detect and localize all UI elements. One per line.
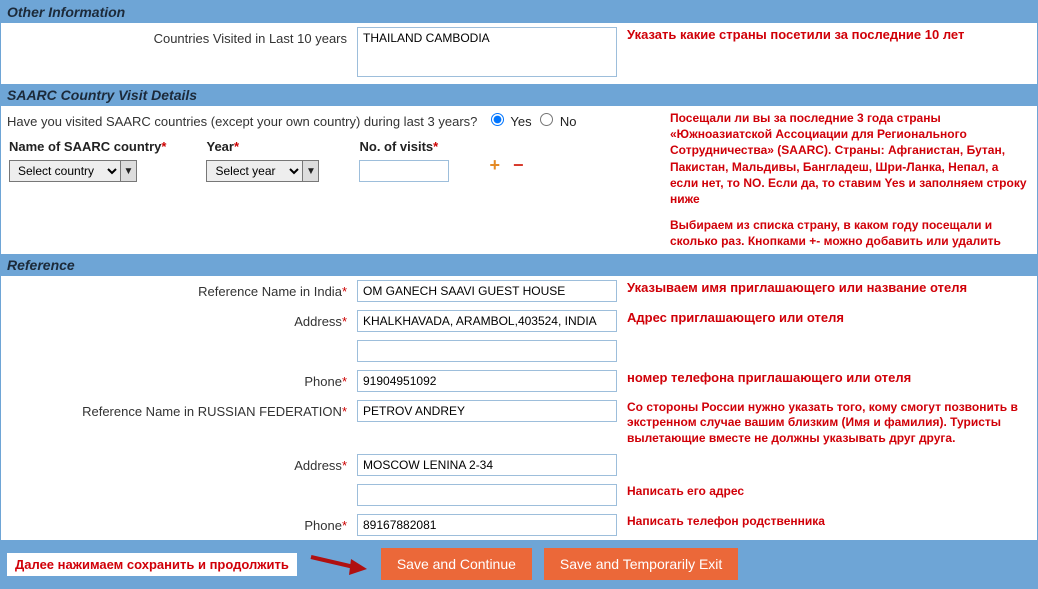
save-exit-button[interactable]: Save and Temporarily Exit [544,548,738,580]
section-other-header: Other Information [1,1,1037,23]
saarc-no-label: No [560,114,577,129]
saarc-yes-label: Yes [510,114,531,129]
ref-addr-india-input-2[interactable] [357,340,617,362]
ref-phone-ru-note: Написать телефон родственника [617,514,1031,528]
ref-addr-india-input[interactable] [357,310,617,332]
saarc-yes-radio[interactable] [491,113,504,126]
saarc-note-1: Посещали ли вы за последние 3 года стран… [670,110,1029,207]
ref-addr-ru-input-2[interactable] [357,484,617,506]
saarc-visits-label: No. of visits* [359,139,449,154]
ref-name-india-label: Reference Name in India* [7,280,357,299]
section-reference-header: Reference [1,254,1037,276]
ref-phone-ru-input[interactable] [357,514,617,536]
arrow-icon [309,549,369,579]
ref-addr-ru-label: Address* [7,454,357,473]
saarc-year-select[interactable]: Select year [207,161,302,181]
dropdown-icon: ▼ [120,161,136,181]
saarc-country-select[interactable]: Select country [10,161,120,181]
ref-addr-ru-input[interactable] [357,454,617,476]
saarc-year-label: Year* [206,139,319,154]
countries-visited-textarea[interactable]: THAILAND CAMBODIA [357,27,617,77]
ref-phone-ru-label: Phone* [7,514,357,533]
ref-name-ru-input[interactable] [357,400,617,422]
ref-addr-ru-note: Написать его адрес [617,484,1031,498]
saarc-country-label: Name of SAARC country* [9,139,166,154]
saarc-no-radio[interactable] [540,113,553,126]
saarc-note-2: Выбираем из списка страну, в каком году … [670,217,1029,249]
ref-phone-india-label: Phone* [7,370,357,389]
ref-name-ru-label: Reference Name in RUSSIAN FEDERATION* [7,400,357,419]
section-saarc-header: SAARC Country Visit Details [1,84,1037,106]
ref-phone-india-input[interactable] [357,370,617,392]
add-row-icon[interactable]: + [489,155,500,175]
dropdown-icon: ▼ [302,161,318,181]
saarc-question: Have you visited SAARC countries (except… [7,114,477,129]
saarc-visits-input[interactable] [359,160,449,182]
ref-phone-india-note: номер телефона приглашающего или отеля [617,370,1031,385]
ref-name-india-input[interactable] [357,280,617,302]
countries-visited-label: Countries Visited in Last 10 years [7,27,357,46]
ref-addr-india-label: Address* [7,310,357,329]
countries-visited-note: Указать какие страны посетили за последн… [617,27,1031,42]
ref-name-ru-note: Со стороны России нужно указать того, ко… [617,400,1031,447]
ref-addr-india-note: Адрес приглашающего или отеля [617,310,1031,325]
footer-instruction: Далее нажимаем сохранить и продолжить [7,553,297,576]
save-continue-button[interactable]: Save and Continue [381,548,532,580]
ref-name-india-note: Указываем имя приглашающего или название… [617,280,1031,295]
remove-row-icon[interactable]: − [513,155,524,175]
